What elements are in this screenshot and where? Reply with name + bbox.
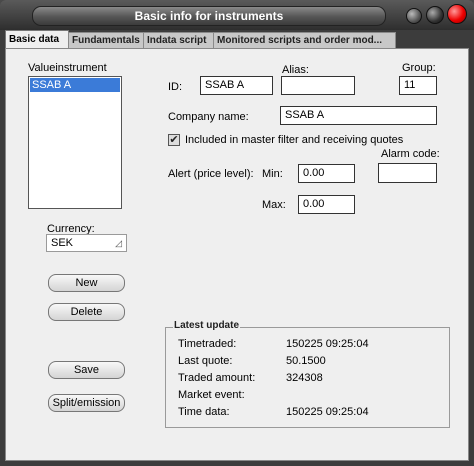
timetraded-value: 150225 09:25:04	[286, 338, 369, 350]
valueinstrument-list[interactable]: SSAB A	[28, 76, 122, 209]
new-button[interactable]: New	[48, 274, 125, 292]
split-emission-button[interactable]: Split/emission	[48, 394, 125, 412]
traded-amount-label: Traded amount:	[178, 372, 256, 384]
master-filter-checkbox[interactable]: ✔	[168, 134, 180, 146]
alert-price-level-label: Alert (price level):	[168, 168, 254, 180]
alias-label: Alias:	[282, 64, 309, 76]
window-title: Basic info for instruments	[32, 6, 386, 26]
time-data-value: 150225 09:25:04	[286, 406, 369, 418]
title-bar[interactable]: Basic info for instruments	[0, 0, 474, 30]
alarm-code-field[interactable]	[378, 163, 437, 183]
company-name-field[interactable]: SSAB A	[280, 106, 437, 125]
group-label: Group:	[402, 62, 436, 74]
save-button[interactable]: Save	[48, 361, 125, 379]
delete-button[interactable]: Delete	[48, 303, 125, 321]
traded-amount-value: 324308	[286, 372, 323, 384]
maximize-icon[interactable]	[426, 6, 444, 24]
group-field[interactable]: 11	[399, 76, 437, 95]
latest-update-title: Latest update	[173, 320, 241, 331]
close-icon[interactable]	[447, 4, 467, 24]
alarm-code-label: Alarm code:	[381, 148, 440, 160]
last-quote-label: Last quote:	[178, 355, 233, 367]
master-filter-label: Included in master filter and receiving …	[185, 134, 404, 146]
time-data-label: Time data:	[178, 406, 230, 418]
tab-monitored-scripts[interactable]: Monitored scripts and order mod...	[213, 32, 396, 48]
valueinstrument-label: Valueinstrument	[28, 62, 107, 74]
currency-select[interactable]: SEK ◿	[46, 234, 127, 252]
min-field[interactable]: 0.00	[298, 164, 355, 183]
company-name-label: Company name:	[168, 111, 249, 123]
last-quote-value: 50.1500	[286, 355, 326, 367]
dropdown-arrow-icon: ◿	[115, 238, 122, 248]
max-label: Max:	[262, 199, 286, 211]
timetraded-label: Timetraded:	[178, 338, 237, 350]
list-item[interactable]: SSAB A	[30, 78, 120, 92]
tab-basic-data[interactable]: Basic data	[5, 30, 69, 49]
market-event-label: Market event:	[178, 389, 245, 401]
tab-indata-script[interactable]: Indata script	[143, 32, 218, 48]
min-label: Min:	[262, 168, 283, 180]
basic-data-panel: Valueinstrument SSAB A Currency: SEK ◿ N…	[5, 48, 469, 461]
id-field[interactable]: SSAB A	[200, 76, 273, 95]
tab-bar: Basic data Fundamentals Indata script Mo…	[5, 30, 469, 49]
instrument-window: Basic info for instruments Basic data Fu…	[0, 0, 474, 466]
max-field[interactable]: 0.00	[298, 195, 355, 214]
currency-value: SEK	[51, 237, 74, 249]
tab-fundamentals[interactable]: Fundamentals	[68, 32, 148, 48]
minimize-icon[interactable]	[406, 8, 422, 24]
id-label: ID:	[168, 81, 183, 93]
latest-update-group: Latest update Timetraded: 150225 09:25:0…	[165, 320, 450, 428]
alias-field[interactable]	[281, 76, 355, 95]
